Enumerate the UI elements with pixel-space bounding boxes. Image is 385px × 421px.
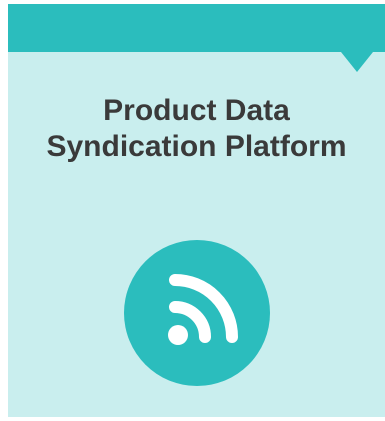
product-card: Product Data Syndication Platform (8, 4, 385, 417)
card-title-line-2: Syndication Platform (46, 130, 347, 163)
header-notch (341, 52, 373, 72)
card-title: Product Data Syndication Platform (18, 93, 375, 165)
card-header-bar (8, 4, 385, 52)
rss-feed-icon (168, 274, 238, 345)
rss-feed-icon-dot (168, 325, 188, 345)
card-title-line-1: Product Data (103, 94, 290, 127)
rss-feed-icon-badge (124, 240, 270, 386)
